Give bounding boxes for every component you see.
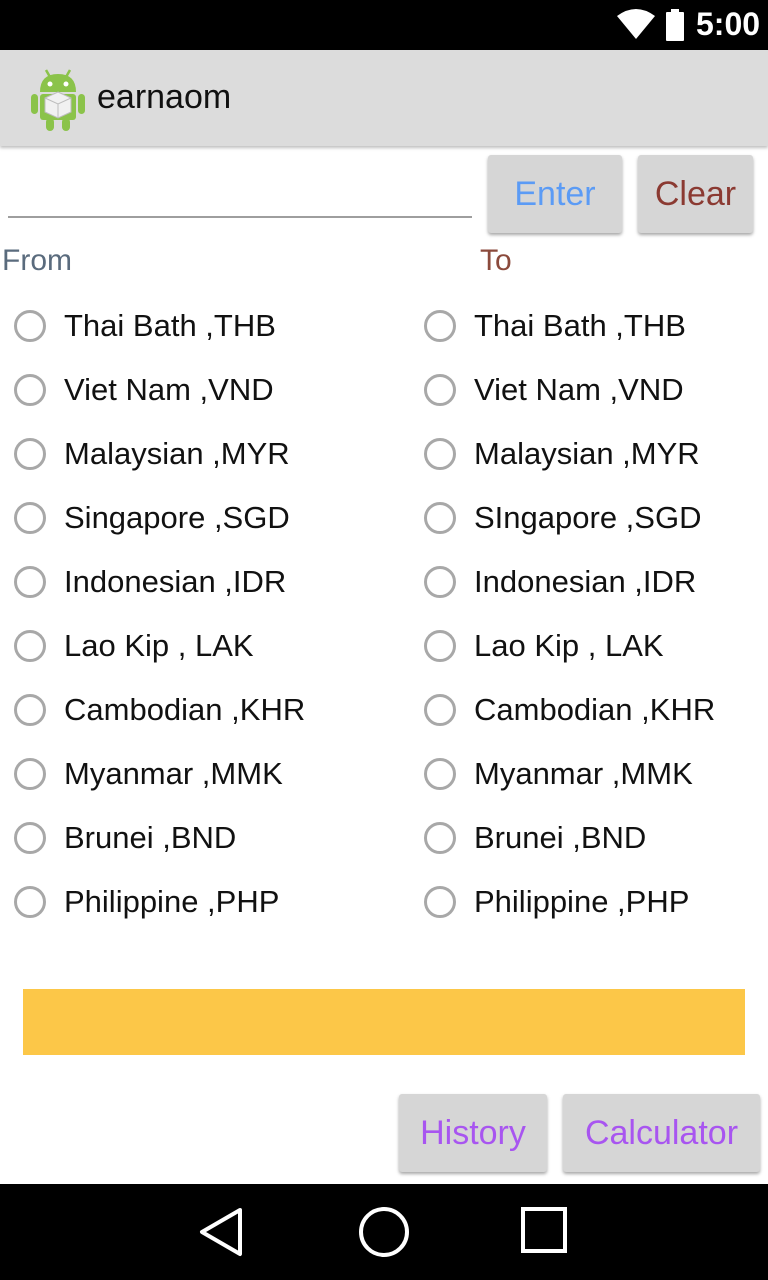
status-bar: 5:00 <box>0 0 768 50</box>
to-option-label: Lao Kip , LAK <box>474 628 664 663</box>
from-option-label: Singapore ,SGD <box>64 500 290 535</box>
radio-button-icon[interactable] <box>14 566 46 598</box>
battery-icon <box>666 9 684 41</box>
to-option-khr[interactable]: Cambodian ,KHR <box>422 678 715 742</box>
from-option-label: Myanmar ,MMK <box>64 756 283 791</box>
radio-button-icon[interactable] <box>424 822 456 854</box>
clear-button[interactable]: Clear <box>638 155 753 233</box>
to-option-mmk[interactable]: Myanmar ,MMK <box>422 742 715 806</box>
app-title: earnaom <box>97 78 232 116</box>
to-option-label: Philippine ,PHP <box>474 884 690 919</box>
to-option-label: Thai Bath ,THB <box>474 308 686 343</box>
to-option-label: Myanmar ,MMK <box>474 756 693 791</box>
wifi-icon <box>617 9 655 39</box>
to-option-vnd[interactable]: Viet Nam ,VND <box>422 358 715 422</box>
radio-button-icon[interactable] <box>424 310 456 342</box>
radio-button-icon[interactable] <box>14 374 46 406</box>
radio-button-icon[interactable] <box>424 694 456 726</box>
to-option-idr[interactable]: Indonesian ,IDR <box>422 550 715 614</box>
radio-button-icon[interactable] <box>424 438 456 470</box>
amount-input[interactable] <box>8 162 472 218</box>
history-button[interactable]: History <box>399 1094 547 1172</box>
recents-icon[interactable] <box>520 1206 568 1254</box>
radio-button-icon[interactable] <box>14 310 46 342</box>
radio-button-icon[interactable] <box>424 630 456 662</box>
to-option-myr[interactable]: Malaysian ,MYR <box>422 422 715 486</box>
from-option-label: Lao Kip , LAK <box>64 628 254 663</box>
radio-button-icon[interactable] <box>14 438 46 470</box>
from-option-label: Philippine ,PHP <box>64 884 280 919</box>
to-option-label: SIngapore ,SGD <box>474 500 702 535</box>
from-option-sgd[interactable]: Singapore ,SGD <box>12 486 305 550</box>
from-option-bnd[interactable]: Brunei ,BND <box>12 806 305 870</box>
radio-button-icon[interactable] <box>424 886 456 918</box>
to-label: To <box>480 244 512 277</box>
to-currency-group: Thai Bath ,THB Viet Nam ,VND Malaysian ,… <box>422 294 715 934</box>
radio-button-icon[interactable] <box>14 694 46 726</box>
from-option-label: Cambodian ,KHR <box>64 692 306 727</box>
from-option-label: Viet Nam ,VND <box>64 372 274 407</box>
radio-button-icon[interactable] <box>424 758 456 790</box>
radio-button-icon[interactable] <box>14 502 46 534</box>
radio-button-icon[interactable] <box>14 886 46 918</box>
from-option-myr[interactable]: Malaysian ,MYR <box>12 422 305 486</box>
navigation-bar <box>0 1184 768 1280</box>
back-icon[interactable] <box>198 1206 246 1258</box>
to-option-lak[interactable]: Lao Kip , LAK <box>422 614 715 678</box>
result-display <box>23 989 745 1055</box>
radio-button-icon[interactable] <box>424 566 456 598</box>
radio-button-icon[interactable] <box>14 630 46 662</box>
to-option-php[interactable]: Philippine ,PHP <box>422 870 715 934</box>
from-option-lak[interactable]: Lao Kip , LAK <box>12 614 305 678</box>
to-option-bnd[interactable]: Brunei ,BND <box>422 806 715 870</box>
enter-button[interactable]: Enter <box>488 155 622 233</box>
from-option-khr[interactable]: Cambodian ,KHR <box>12 678 305 742</box>
radio-button-icon[interactable] <box>14 822 46 854</box>
from-option-idr[interactable]: Indonesian ,IDR <box>12 550 305 614</box>
calculator-button[interactable]: Calculator <box>563 1094 760 1172</box>
home-icon[interactable] <box>358 1206 410 1258</box>
radio-button-icon[interactable] <box>424 374 456 406</box>
app-bar: earnaom <box>0 50 768 146</box>
radio-button-icon[interactable] <box>14 758 46 790</box>
from-option-label: Brunei ,BND <box>64 820 237 855</box>
radio-button-icon[interactable] <box>424 502 456 534</box>
android-app-icon <box>31 69 85 131</box>
from-option-thb[interactable]: Thai Bath ,THB <box>12 294 305 358</box>
to-option-label: Brunei ,BND <box>474 820 647 855</box>
from-option-label: Thai Bath ,THB <box>64 308 276 343</box>
from-option-php[interactable]: Philippine ,PHP <box>12 870 305 934</box>
from-currency-group: Thai Bath ,THB Viet Nam ,VND Malaysian ,… <box>12 294 305 934</box>
from-option-vnd[interactable]: Viet Nam ,VND <box>12 358 305 422</box>
to-option-label: Viet Nam ,VND <box>474 372 684 407</box>
to-option-thb[interactable]: Thai Bath ,THB <box>422 294 715 358</box>
from-option-label: Malaysian ,MYR <box>64 436 290 471</box>
to-option-label: Indonesian ,IDR <box>474 564 697 599</box>
status-time: 5:00 <box>696 6 761 42</box>
to-option-label: Cambodian ,KHR <box>474 692 716 727</box>
from-option-mmk[interactable]: Myanmar ,MMK <box>12 742 305 806</box>
from-option-label: Indonesian ,IDR <box>64 564 287 599</box>
to-option-label: Malaysian ,MYR <box>474 436 700 471</box>
to-option-sgd[interactable]: SIngapore ,SGD <box>422 486 715 550</box>
from-label: From <box>2 244 72 277</box>
